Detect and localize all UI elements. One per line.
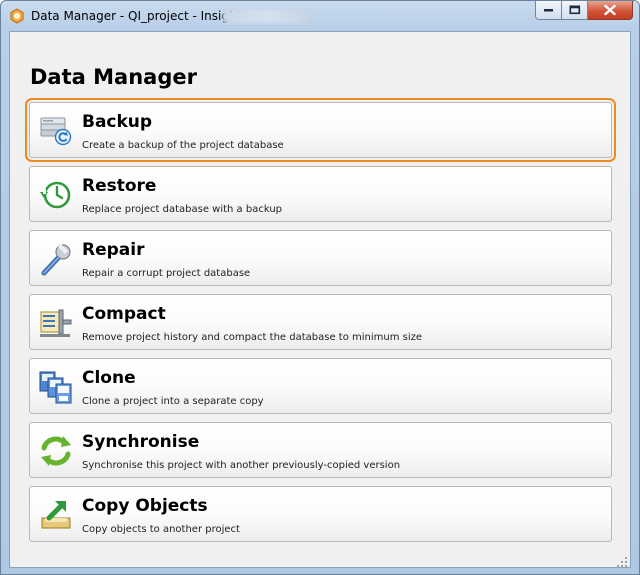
copy-objects-icon [39,498,73,532]
compact-description: Remove project history and compact the d… [82,332,423,343]
backup-description: Create a backup of the project database [82,140,284,151]
page-title: Data Manager [30,65,197,89]
compact-vise-icon [39,306,73,340]
resize-grip[interactable] [616,553,628,567]
clone-description: Clone a project into a separate copy [82,396,264,407]
title-bar[interactable]: Data Manager - QI_project - Insight [1,1,639,31]
compact-title: Compact [82,304,166,324]
copy-objects-description: Copy objects to another project [82,524,240,535]
clone-documents-icon [39,370,73,404]
restore-title: Restore [82,176,157,196]
maximize-icon [569,5,580,15]
restore-clock-icon [39,178,73,212]
wrench-icon [39,242,73,276]
compact-button[interactable]: Compact Remove project history and compa… [29,294,612,350]
restore-description: Replace project database with a backup [82,204,283,215]
close-button[interactable] [588,1,633,20]
backup-database-icon [39,114,73,148]
minimize-icon [543,9,553,12]
clone-title: Clone [82,368,136,388]
window-title: Data Manager - QI_project - Insight [31,9,242,23]
redacted-title-suffix [223,10,311,23]
dialog-content: Data Manager Backup Create a backup of t… [9,31,631,568]
copy-objects-button[interactable]: Copy Objects Copy objects to another pro… [29,486,612,542]
sync-arrows-icon [39,434,73,468]
synchronise-title: Synchronise [82,432,200,452]
repair-title: Repair [82,240,145,260]
copy-objects-title: Copy Objects [82,496,208,516]
app-window: Data Manager - QI_project - Insight Data… [0,0,640,575]
restore-button[interactable]: Restore Replace project database with a … [29,166,612,222]
close-icon [604,4,616,16]
insight-hexagon-icon [9,8,25,24]
synchronise-description: Synchronise this project with another pr… [82,460,401,471]
clone-button[interactable]: Clone Clone a project into a separate co… [29,358,612,414]
window-controls [535,1,633,21]
repair-description: Repair a corrupt project database [82,268,251,279]
maximize-button[interactable] [562,1,588,20]
backup-title: Backup [82,112,153,132]
synchronise-button[interactable]: Synchronise Synchronise this project wit… [29,422,612,478]
repair-button[interactable]: Repair Repair a corrupt project database [29,230,612,286]
backup-button[interactable]: Backup Create a backup of the project da… [29,102,612,158]
minimize-button[interactable] [535,1,562,20]
